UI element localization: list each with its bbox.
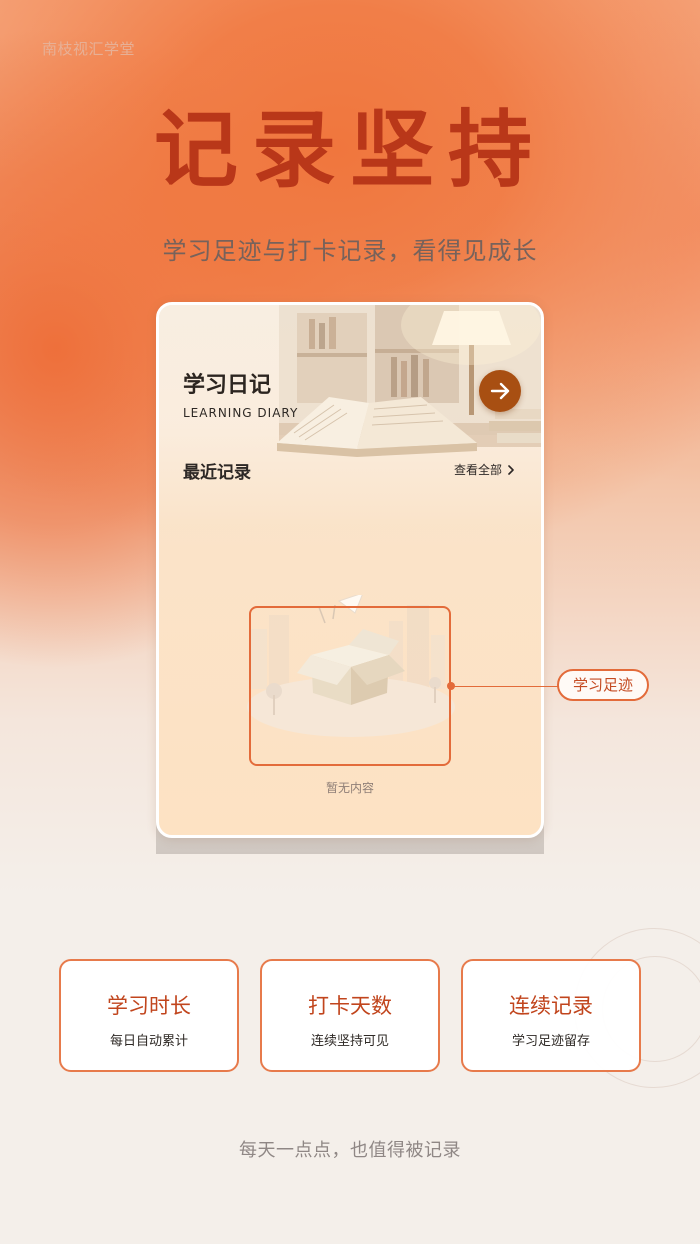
empty-state-text: 暂无内容 [325, 781, 374, 795]
chevron-right-icon [508, 464, 514, 475]
diary-title: 学习日记 [183, 373, 272, 398]
view-all-label: 查看全部 [453, 463, 502, 477]
arrow-right-icon [490, 382, 510, 400]
feature-name: 学习时长 [107, 994, 191, 1018]
feature-description: 每日自动累计 [109, 1034, 188, 1049]
feature-card-study-time: 学习时长 每日自动累计 [59, 959, 239, 1072]
recent-records-title: 最近记录 [183, 463, 251, 483]
page-title: 记录坚持 [153, 101, 546, 199]
feature-card-checkin-days: 打卡天数 连续坚持可见 [260, 959, 440, 1072]
callout-connector-line [451, 686, 558, 687]
feature-name: 打卡天数 [308, 994, 392, 1018]
empty-state-highlight [249, 606, 451, 766]
brand-label: 南枝视汇学堂 [42, 40, 136, 58]
page-subtitle: 学习足迹与打卡记录，看得见成长 [162, 237, 538, 265]
callout-connector-dot [447, 682, 455, 690]
footer-slogan: 每天一点点，也值得被记录 [239, 1140, 461, 1161]
feature-description: 连续坚持可见 [310, 1034, 389, 1049]
callout-learning-footprint: 学习足迹 [557, 669, 649, 701]
feature-description: 学习足迹留存 [511, 1034, 590, 1049]
feature-name: 连续记录 [509, 994, 593, 1018]
diary-open-button[interactable] [479, 370, 521, 412]
view-all-link[interactable]: 查看全部 [454, 461, 516, 478]
feature-card-continuous-record: 连续记录 学习足迹留存 [461, 959, 641, 1072]
diary-subtitle: LEARNING DIARY [183, 406, 299, 420]
